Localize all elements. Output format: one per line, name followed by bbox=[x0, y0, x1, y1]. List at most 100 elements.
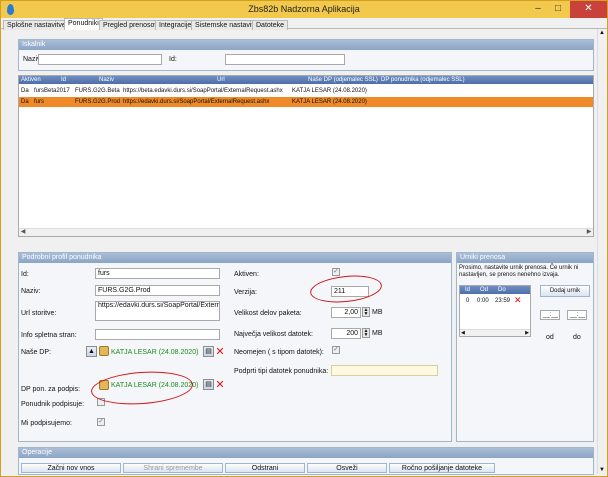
table-row[interactable]: Da fursBeta2017 FURS.G2G.Beta https://be… bbox=[19, 86, 593, 96]
mi-podpisujemo-checkbox[interactable]: ✓ bbox=[97, 418, 105, 426]
minimize-button[interactable]: – bbox=[529, 1, 547, 18]
schedule-column-od: Od bbox=[480, 287, 489, 293]
tab-bar: Splošne nastavitve Ponudniki Pregled pre… bbox=[1, 18, 607, 30]
table-horizontal-scrollbar[interactable]: ◀ ▶ bbox=[19, 228, 593, 236]
profile-ponudnik-podpisuje-label: Ponudnik podpisuje: bbox=[21, 401, 85, 408]
profile-id-input[interactable]: furs bbox=[95, 268, 220, 279]
profile-mi-podpisujemo-label: Mi podpisujemo: bbox=[21, 420, 72, 427]
column-nase-dp[interactable]: Naše DP (odjemalec SSL) bbox=[308, 76, 378, 84]
scroll-right-icon[interactable]: ▶ bbox=[525, 330, 529, 336]
schedule-cell-do: 23:59 bbox=[495, 298, 511, 304]
cell-naziv: FURS.G2G.Beta bbox=[75, 88, 120, 94]
profile-verzija-label: Verzija: bbox=[234, 289, 257, 296]
remove-button[interactable]: Odstrani bbox=[225, 463, 305, 473]
najvecja-stepper[interactable]: 200 bbox=[331, 328, 361, 339]
search-id-label: Id: bbox=[169, 56, 177, 63]
column-url[interactable]: Url bbox=[217, 76, 225, 84]
table-header: Aktiven Id Naziv Url Naše DP (odjemalec … bbox=[19, 76, 593, 84]
profile-panel: Podrobni profil ponudnika Id: furs Naziv… bbox=[18, 252, 452, 442]
velikost-stepper-arrows[interactable]: ▲ ▼ bbox=[362, 307, 370, 317]
aktiven-checkbox[interactable]: ✓ bbox=[332, 268, 340, 276]
table-row-selected[interactable]: Da furs FURS.G2G.Prod https://edavki.dur… bbox=[19, 97, 593, 107]
cell-id: furs bbox=[34, 99, 45, 105]
profile-dp-podpis-label: DP pon. za podpis: bbox=[21, 386, 81, 393]
manual-file-send-button[interactable]: Ročno pošiljanje datoteke bbox=[389, 463, 495, 473]
cell-nase-dp: KATJA LESAR (24.08.2020) bbox=[292, 99, 367, 105]
tab-pregled-prenosov[interactable]: Pregled prenosov bbox=[99, 20, 162, 30]
tab-ponudniki[interactable]: Ponudniki bbox=[64, 18, 103, 30]
refresh-button[interactable]: Osveži bbox=[307, 463, 387, 473]
profile-aktiven-label: Aktiven: bbox=[234, 271, 259, 278]
edit-signing-certificate-button[interactable]: ▤ bbox=[203, 379, 214, 390]
new-entry-button[interactable]: Začni nov vnos bbox=[21, 463, 121, 473]
cell-id: fursBeta2017 bbox=[34, 88, 70, 94]
search-panel-header: Iskalnik bbox=[19, 40, 593, 50]
schedule-from-time-input[interactable]: __:__ bbox=[540, 310, 560, 320]
schedule-panel-header: Urniki prenosa bbox=[457, 253, 593, 263]
schedule-from-label: od bbox=[546, 334, 554, 341]
schedule-row[interactable]: 0 0:00 23:59 ✕ bbox=[460, 296, 530, 306]
profile-info-input[interactable] bbox=[95, 329, 220, 340]
remove-certificate-icon[interactable]: ✕ bbox=[215, 346, 225, 357]
remove-signing-certificate-icon[interactable]: ✕ bbox=[215, 379, 225, 390]
profile-panel-header: Podrobni profil ponudnika bbox=[19, 253, 451, 263]
scroll-left-icon[interactable]: ◀ bbox=[19, 229, 27, 236]
najvecja-stepper-arrows[interactable]: ▲ ▼ bbox=[362, 328, 370, 338]
select-certificate-button[interactable]: ▲ bbox=[86, 346, 97, 357]
cell-naziv: FURS.G2G.Prod bbox=[75, 99, 121, 105]
profile-velikost-label: Velikost delov paketa: bbox=[234, 310, 302, 317]
scroll-left-icon[interactable]: ◀ bbox=[461, 330, 465, 336]
window-title: Zbs82b Nadzorna Aplikacija bbox=[248, 4, 360, 14]
certificate-icon bbox=[99, 346, 109, 356]
schedule-scrollbar[interactable]: ◀ ▶ bbox=[460, 329, 530, 336]
schedule-cell-id: 0 bbox=[466, 298, 470, 304]
profile-tipi-label: Podprti tipi datotek ponudnika: bbox=[234, 368, 329, 375]
profile-naziv-input[interactable]: FURS.G2G.Prod bbox=[95, 285, 220, 296]
save-changes-button[interactable]: Shrani spremembe bbox=[123, 463, 223, 473]
schedule-cell-od: 0:00 bbox=[477, 298, 489, 304]
tab-integracije[interactable]: Integracije bbox=[155, 20, 196, 30]
cell-aktiven: Da bbox=[21, 99, 29, 105]
schedule-to-label: do bbox=[573, 334, 581, 341]
tab-datoteke[interactable]: Datoteke bbox=[252, 20, 289, 30]
schedule-panel: Urniki prenosa Prosimo, nastavite urnik … bbox=[456, 252, 594, 442]
profile-neomejen-label: Neomejen ( s tipom datotek): bbox=[234, 349, 324, 356]
search-panel: Iskalnik Naziv: Id: bbox=[18, 39, 594, 71]
column-dp-ponudnika[interactable]: DP ponudnika (odjemalec SSL) bbox=[381, 76, 465, 84]
column-naziv[interactable]: Naziv bbox=[99, 76, 114, 84]
profile-nase-dp-label: Naše DP: bbox=[21, 349, 51, 356]
najvecja-unit: MB bbox=[372, 330, 383, 337]
search-id-input[interactable] bbox=[225, 54, 345, 65]
providers-table: Aktiven Id Naziv Url Naše DP (odjemalec … bbox=[18, 75, 594, 237]
scroll-down-icon[interactable]: ▼ bbox=[599, 467, 605, 473]
scroll-up-icon[interactable]: ▲ bbox=[599, 30, 605, 36]
column-id[interactable]: Id bbox=[61, 76, 66, 84]
tipi-datotek-input[interactable] bbox=[331, 365, 438, 376]
close-button[interactable]: ✕ bbox=[570, 1, 607, 18]
scroll-right-icon[interactable]: ▶ bbox=[585, 229, 593, 236]
search-naziv-input[interactable] bbox=[38, 54, 162, 65]
cell-aktiven: Da bbox=[21, 88, 29, 94]
cell-url: https://edavki.durs.si/SoapPortal/Extern… bbox=[123, 99, 270, 105]
schedule-table: Id Od Do 0 0:00 23:59 ✕ ◀ ▶ bbox=[459, 285, 531, 337]
schedule-to-time-input[interactable]: __:__ bbox=[567, 310, 587, 320]
maximize-button[interactable]: □ bbox=[549, 1, 567, 18]
schedule-column-do: Do bbox=[498, 287, 506, 293]
schedule-info-text: Prosimo, nastavite urnik prenosa. Če urn… bbox=[459, 265, 579, 278]
column-aktiven[interactable]: Aktiven bbox=[21, 76, 41, 84]
velikost-stepper[interactable]: 2,00 bbox=[331, 307, 361, 318]
title-bar: Zbs82b Nadzorna Aplikacija – □ ✕ bbox=[1, 1, 607, 18]
cell-url: https://beta.edavki.durs.si/SoapPortal/E… bbox=[123, 88, 283, 94]
delete-schedule-icon[interactable]: ✕ bbox=[514, 296, 522, 306]
edit-certificate-button[interactable]: ▤ bbox=[203, 346, 214, 357]
schedule-column-id: Id bbox=[465, 287, 471, 293]
profile-url-input[interactable]: https://edavki.durs.si/SoapPortal/Extern… bbox=[95, 301, 220, 321]
profile-nase-dp-value: KATJA LESAR (24.08.2020) bbox=[111, 349, 199, 356]
profile-info-label: Info spletna stran: bbox=[21, 332, 77, 339]
window-vertical-scrollbar[interactable]: ▲ ▼ bbox=[597, 29, 607, 474]
neomejen-checkbox[interactable]: ✓ bbox=[332, 346, 340, 354]
profile-id-label: Id: bbox=[21, 271, 29, 278]
tab-splosne-nastavitve[interactable]: Splošne nastavitve bbox=[3, 20, 70, 30]
add-schedule-button[interactable]: Dodaj urnik bbox=[540, 285, 590, 297]
app-window: Zbs82b Nadzorna Aplikacija – □ ✕ Splošne… bbox=[0, 0, 608, 477]
